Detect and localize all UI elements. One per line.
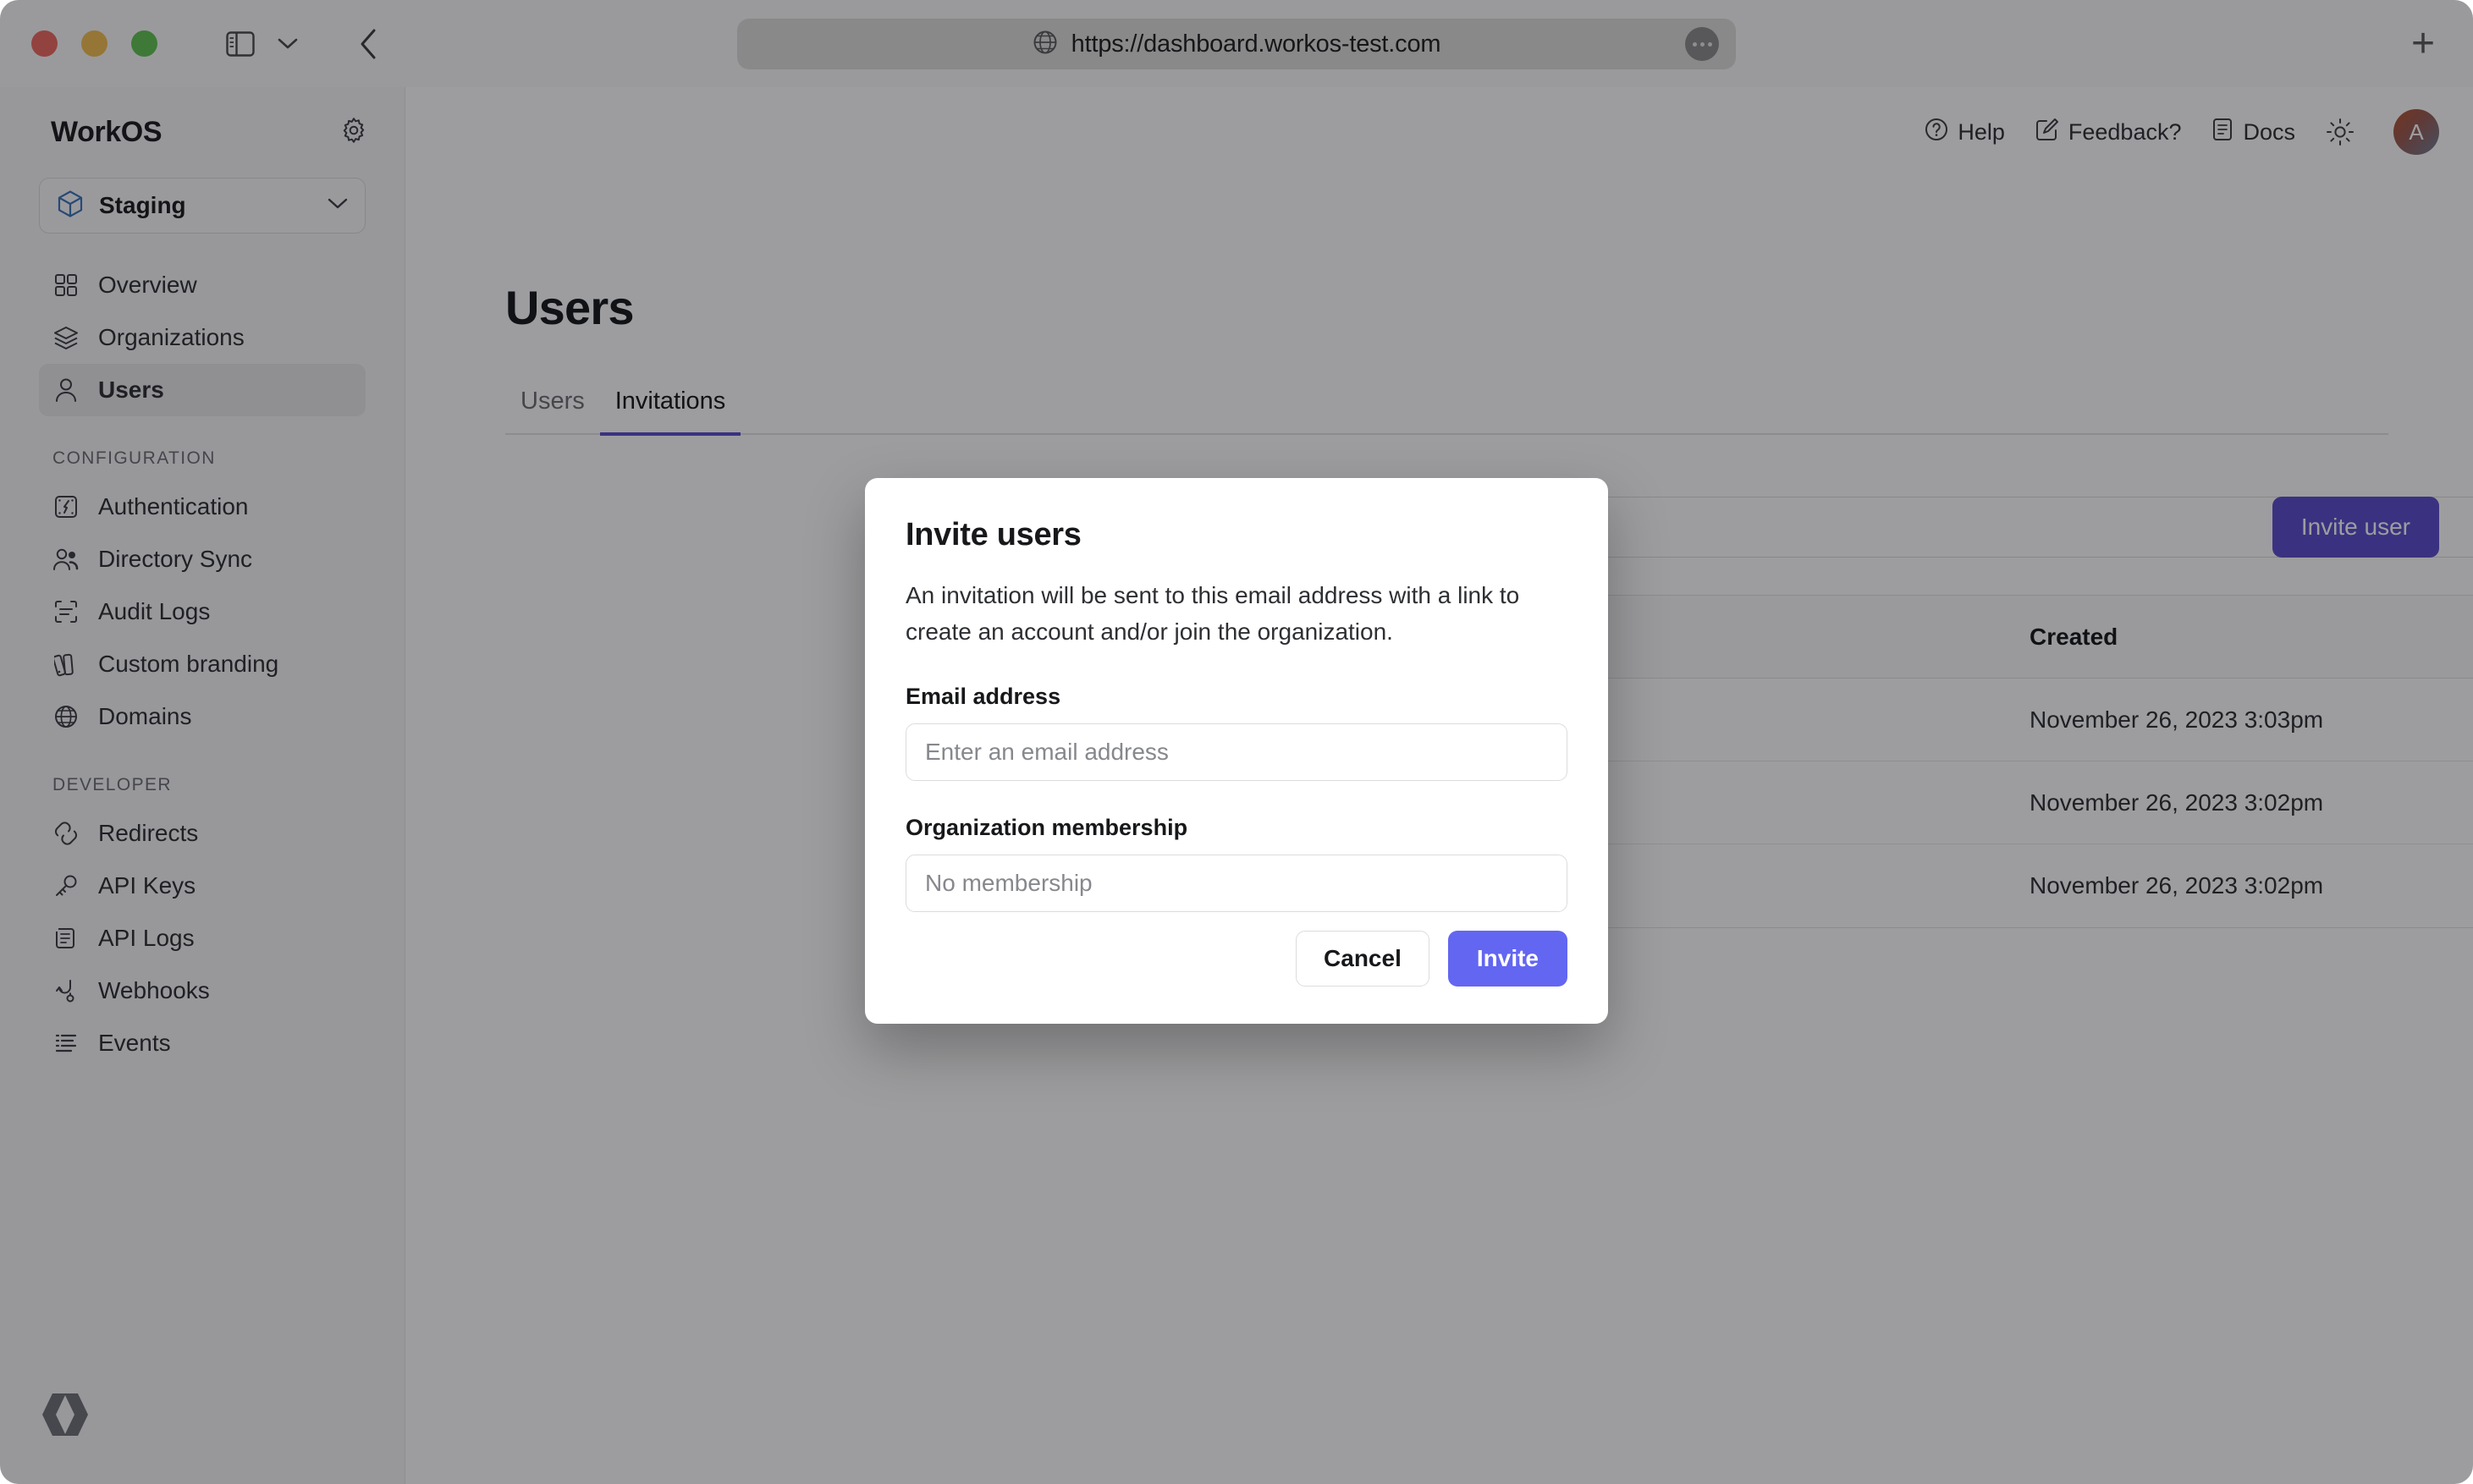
organization-field-placeholder: No membership — [925, 870, 1093, 897]
email-field-label: Email address — [906, 684, 1567, 710]
invite-button[interactable]: Invite — [1448, 931, 1567, 987]
dialog-title: Invite users — [906, 517, 1567, 553]
email-field[interactable]: Enter an email address — [906, 723, 1567, 781]
browser-window: https://dashboard.workos-test.com + Work… — [0, 0, 2473, 1484]
organization-field-label: Organization membership — [906, 815, 1567, 841]
cancel-button[interactable]: Cancel — [1296, 931, 1429, 987]
dialog-description: An invitation will be sent to this email… — [906, 577, 1567, 650]
dialog-actions: Cancel Invite — [1296, 931, 1567, 987]
email-field-placeholder: Enter an email address — [925, 739, 1169, 766]
organization-membership-field[interactable]: No membership — [906, 855, 1567, 912]
invite-users-dialog: Invite users An invitation will be sent … — [865, 478, 1608, 1024]
